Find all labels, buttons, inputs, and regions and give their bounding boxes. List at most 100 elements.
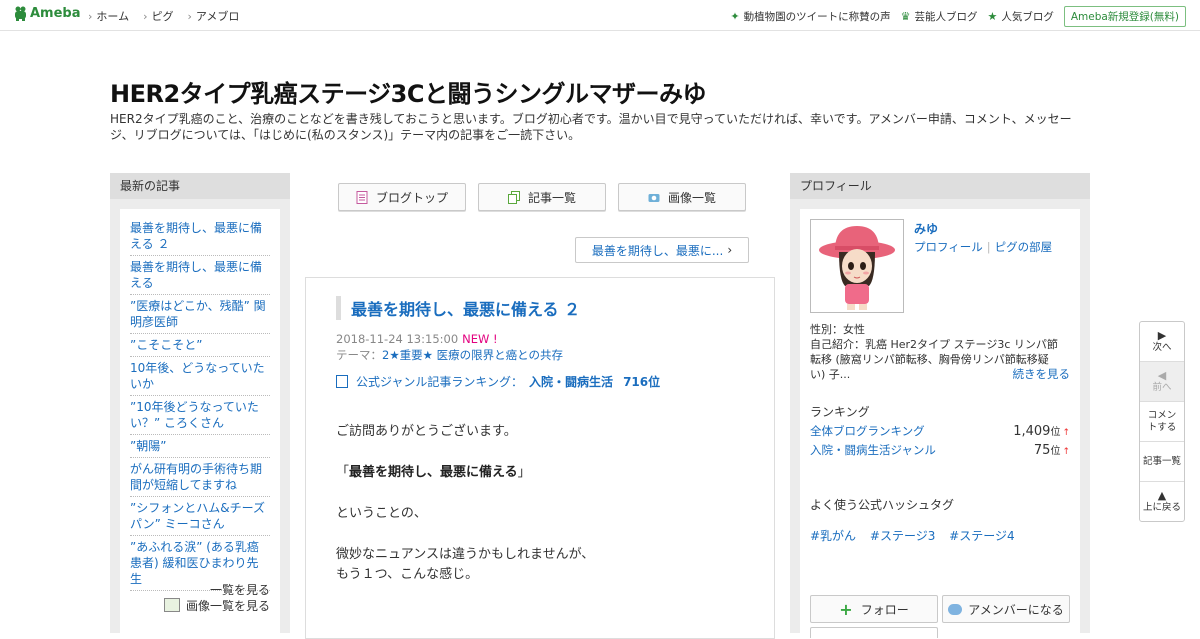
avatar[interactable] xyxy=(810,219,904,313)
amember-button[interactable]: アメンバーになる xyxy=(942,595,1070,623)
ranking-row-label[interactable]: 入院・闘病生活ジャンル xyxy=(810,442,936,458)
hashtag-list: #乳がん #ステージ3 #ステージ4 xyxy=(810,527,1025,544)
header-news-link[interactable]: ✦ 動植物園のツイートに称賛の声 xyxy=(730,9,890,24)
camera-icon xyxy=(648,193,660,202)
list-item[interactable]: ”こそこそと” xyxy=(130,334,270,357)
tab-article-list-label: 記事一覧 xyxy=(527,190,576,205)
profile-panel: みゆ プロフィール | ピグの部屋 性別：女性 自己紹介：乳癌 Her2タイプ ステ… xyxy=(800,209,1080,638)
tab-blog-top[interactable]: ブログトップ xyxy=(338,183,466,211)
blog-description: HER2タイプ乳癌のこと、治療のことなどを書き残しておこうと思います。ブログ初心… xyxy=(110,112,1072,142)
rank-unit: 位 xyxy=(1050,427,1061,438)
rank-number: 1,409 xyxy=(1013,424,1051,439)
list-item[interactable]: 最善を期待し、最悪に備える ２ xyxy=(130,217,270,256)
article-meta: 2018-11-24 13:15:00 NEW ! テーマ：2★重要★ 医療の限界… xyxy=(336,331,563,363)
tab-article-list[interactable]: 記事一覧 xyxy=(478,183,606,211)
left-sidebar: 最新の記事 最善を期待し、最悪に備える ２ 最善を期待し、最悪に備える ”医療は… xyxy=(110,173,290,633)
chevron-right-icon: › xyxy=(727,243,733,257)
blog-title[interactable]: HER2タイプ乳癌ステージ3Cと闘うシングルマザーみゆ xyxy=(110,74,707,109)
header-right: ✦ 動植物園のツイートに称賛の声 ♛ 芸能人ブログ ★ 人気ブログ Ameba新… xyxy=(720,6,1186,27)
ameba-logo-icon xyxy=(15,6,26,21)
ranking-row-value: 75位 ↑ xyxy=(1034,442,1070,458)
floating-article-list-label: 記事一覧 xyxy=(1142,455,1181,467)
see-all-link[interactable]: 一覧を見る xyxy=(164,582,270,598)
floating-comment-button[interactable]: コメントする xyxy=(1140,402,1184,442)
floating-top-button[interactable]: ▲ 上に戻る xyxy=(1140,482,1184,521)
header-celebrity-link[interactable]: ♛ 芸能人ブログ xyxy=(901,9,978,24)
profile-gender: 性別：女性 xyxy=(810,323,865,336)
next-article-button[interactable]: 最善を期待し、最悪に... › xyxy=(575,237,749,263)
sparkle-icon: ✦ xyxy=(730,10,740,23)
nav-pigg[interactable]: ピグ xyxy=(143,8,173,24)
read-more-link[interactable]: 続きを見る xyxy=(1013,367,1071,382)
article-paragraph: 微妙なニュアンスは違うかもしれませんが、 もう１つ、こんな感じ。 xyxy=(336,545,756,585)
rank-up-arrow: ↑ xyxy=(1062,447,1070,457)
new-badge: NEW ! xyxy=(462,332,498,346)
ranking-row-genre: 入院・闘病生活ジャンル 75位 ↑ xyxy=(810,442,1070,458)
profile-link[interactable]: プロフィール xyxy=(914,240,983,254)
list-item[interactable]: 10年後、どうなっていたいか xyxy=(130,357,270,396)
document-icon xyxy=(356,190,368,204)
list-item[interactable]: ”シフォンとハム&チーズパン” ミーコさん xyxy=(130,497,270,536)
play-right-icon: ▶ xyxy=(1157,328,1167,342)
pig-room-link[interactable]: ピグの部屋 xyxy=(995,240,1053,254)
floating-next-button[interactable]: ▶ 次へ xyxy=(1140,322,1184,362)
see-images-link: 画像一覧を見る xyxy=(185,599,270,613)
triangle-up-icon: ▲ xyxy=(1157,488,1167,502)
see-images-row[interactable]: 画像一覧を見る xyxy=(163,598,270,614)
image-list-icon xyxy=(163,598,180,612)
article-paragraph: ということの、 xyxy=(336,506,427,521)
blog-tabs: ブログトップ 記事一覧 画像一覧 xyxy=(338,183,758,211)
follow-label: フォロー xyxy=(860,602,909,617)
global-header: Ameba ホーム ピグ アメブロ ✦ 動植物園のツイートに称賛の声 ♛ 芸能人… xyxy=(0,0,1200,31)
ranking-icon xyxy=(336,375,348,388)
nav-ameblo[interactable]: アメブロ xyxy=(187,8,239,24)
register-button[interactable]: Ameba新規登録(無料) xyxy=(1063,6,1186,27)
ranking-heading: ランキング xyxy=(810,405,870,419)
quote-open: 「 xyxy=(336,465,350,480)
hashtag-link[interactable]: #ステージ3 xyxy=(870,529,935,543)
profile-name[interactable]: みゆ xyxy=(914,220,938,237)
avatar-illustration xyxy=(819,226,895,310)
copy-icon xyxy=(507,190,520,204)
latest-articles-heading: 最新の記事 xyxy=(110,173,290,199)
list-item[interactable]: 最善を期待し、最悪に備える xyxy=(130,256,270,295)
rank-up-arrow: ↑ xyxy=(1062,428,1070,438)
rank-number: 75 xyxy=(1033,443,1051,458)
ranking-label: 公式ジャンル記事ランキング： xyxy=(356,375,524,389)
article-body: ご訪問ありがとうございます。 「最善を期待し、最悪に備える」 ということの、 微… xyxy=(336,422,756,606)
article: 最善を期待し、最悪に備える ２ 2018-11-24 13:15:00 NEW !… xyxy=(305,277,775,639)
hashtag-heading: よく使う公式ハッシュタグ xyxy=(810,498,955,512)
nav-home[interactable]: ホーム xyxy=(88,8,129,24)
floating-prev-button[interactable]: ◀ 前へ xyxy=(1140,362,1184,402)
star-icon: ★ xyxy=(987,10,998,23)
header-nav: ホーム ピグ アメブロ xyxy=(88,8,253,24)
hashtag-link[interactable]: #ステージ4 xyxy=(949,529,1014,543)
list-item[interactable]: がん研有明の手術待ち期間が短縮してますね xyxy=(130,458,270,497)
floating-article-list-button[interactable]: 記事一覧 xyxy=(1140,442,1184,482)
follow-button[interactable]: + フォロー xyxy=(810,595,938,623)
theme-prefix: テーマ： xyxy=(336,348,382,362)
header-news-label: 動植物園のツイートに称賛の声 xyxy=(743,11,891,23)
genre-ranking[interactable]: 公式ジャンル記事ランキング： 入院・闘病生活 716位 xyxy=(336,373,660,390)
floating-comment-label: コメントする xyxy=(1147,409,1177,433)
floating-next-label: 次へ xyxy=(1152,341,1172,353)
floating-top-label: 上に戻る xyxy=(1142,501,1181,513)
header-popular-link[interactable]: ★ 人気ブログ xyxy=(987,9,1053,24)
list-item[interactable]: ”朝陽” xyxy=(130,435,270,458)
ranking-row-label[interactable]: 全体ブログランキング xyxy=(810,423,925,439)
tab-image-list-label: 画像一覧 xyxy=(667,190,716,205)
theme-link[interactable]: 2★重要★ 医療の限界と癌との共存 xyxy=(382,348,563,362)
article-title[interactable]: 最善を期待し、最悪に備える ２ xyxy=(336,296,580,320)
tab-blog-top-label: ブログトップ xyxy=(375,190,448,205)
article-paragraph: 「最善を期待し、最悪に備える」 xyxy=(336,463,756,483)
sidebar-more-links: 一覧を見る 画像一覧を見る xyxy=(163,582,270,614)
quote-close: 」 xyxy=(517,465,531,480)
chat-bubble-icon xyxy=(948,603,963,615)
hashtag-link[interactable]: #乳がん xyxy=(810,529,856,543)
list-item[interactable]: ”10年後どうなっていたい？” ころくさん xyxy=(130,396,270,435)
extra-button-edge[interactable] xyxy=(810,627,938,638)
tab-image-list[interactable]: 画像一覧 xyxy=(618,183,746,211)
play-left-icon: ◀ xyxy=(1157,368,1167,382)
list-item[interactable]: ”医療はどこか、残酷” 関明彦医師 xyxy=(130,295,270,334)
ameba-logo[interactable]: Ameba xyxy=(14,6,81,21)
